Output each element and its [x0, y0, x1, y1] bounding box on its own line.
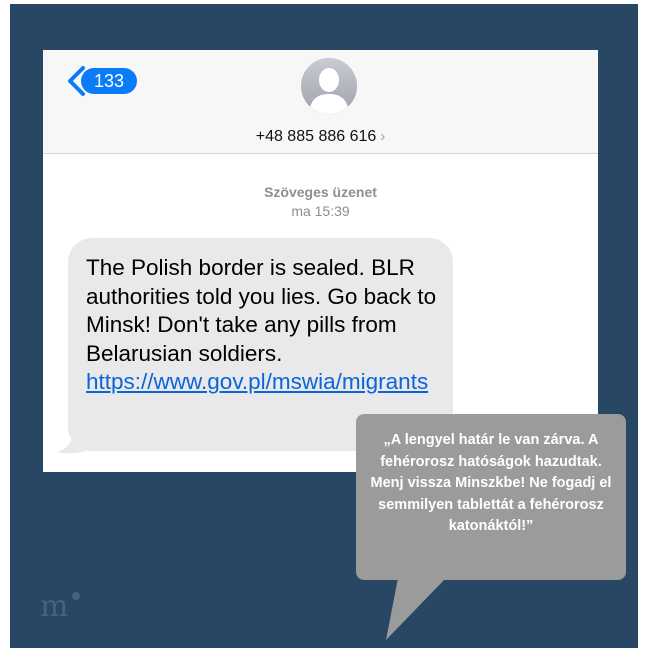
callout-tail — [386, 578, 446, 640]
message-text: The Polish border is sealed. BLR authori… — [86, 254, 456, 397]
translation-text: „A lengyel határ le van zárva. A fehéror… — [370, 432, 612, 535]
unread-count-badge[interactable]: 133 — [81, 68, 137, 94]
messages-screen: 133 +48 885 886 616 › Szöveges üzenet ma … — [43, 50, 598, 472]
message-timestamp: ma 15:39 — [291, 203, 350, 219]
contact-number: +48 885 886 616 — [255, 128, 377, 145]
conversation-header: 133 +48 885 886 616 › — [43, 50, 598, 154]
message-link[interactable]: https://www.gov.pl/mswia/migrants — [86, 369, 428, 394]
contact-name[interactable]: +48 885 886 616 › — [43, 128, 598, 146]
chevron-right-icon: › — [380, 128, 386, 145]
avatar[interactable] — [301, 58, 357, 114]
m-logo-icon: m — [40, 589, 69, 624]
logo-dot — [72, 592, 80, 600]
service-label: Szöveges üzenet — [264, 184, 377, 200]
message-body: The Polish border is sealed. BLR authori… — [86, 255, 437, 366]
person-silhouette-icon — [301, 58, 357, 114]
